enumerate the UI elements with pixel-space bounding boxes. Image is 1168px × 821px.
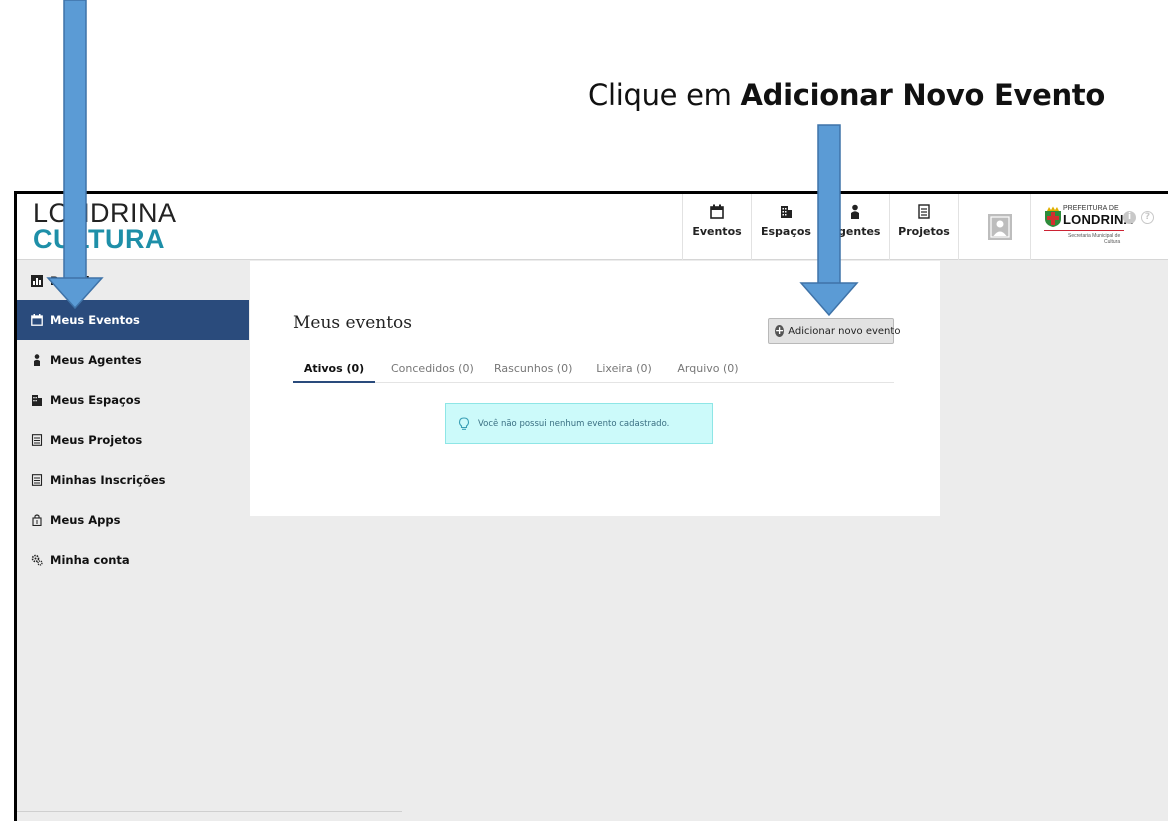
instruction-bold: Adicionar Novo Evento (740, 78, 1106, 112)
document-icon (918, 204, 930, 219)
document-icon (31, 434, 43, 446)
prefeitura-londrina-logo[interactable]: PREFEITURA DE LONDRINA Secretaria Munici… (1042, 204, 1133, 252)
sidebar-item-label: Minhas Inscrições (50, 473, 166, 487)
tab-arquivo[interactable]: Arquivo (0) (676, 359, 740, 383)
lightbulb-icon (458, 416, 470, 430)
calendar-icon (710, 204, 724, 219)
sidebar-item-label: Meus Projetos (50, 433, 143, 447)
nav-projetos[interactable]: Projetos (889, 194, 958, 260)
sidebar-item-label: Minha conta (50, 553, 130, 567)
tutorial-slide: Clique em Adicionar Novo Evento LONDRINA… (0, 0, 1168, 821)
prefeitura-divider (1044, 230, 1124, 231)
add-event-button[interactable]: + Adicionar novo evento (768, 318, 900, 344)
app-screenshot: LONDRINA CULTURA Eventos Espaços Agentes (14, 191, 1168, 821)
prefeitura-line-1: PREFEITURA DE (1063, 205, 1119, 212)
tab-rascunhos[interactable]: Rascunhos (0) (494, 359, 572, 383)
sidebar: Painel Meus Eventos Meus Agentes Meus Es… (17, 261, 402, 821)
tab-ativos[interactable]: Ativos (0) (293, 359, 375, 383)
tab-lixeira[interactable]: Lixeira (0) (594, 359, 654, 383)
gears-icon (31, 554, 43, 566)
prefeitura-line-4: Cultura (1104, 239, 1121, 245)
sidebar-item-meus-apps[interactable]: Meus Apps (17, 500, 249, 540)
sidebar-item-minha-conta[interactable]: Minha conta (17, 540, 249, 580)
arrow-to-add-button (799, 124, 859, 317)
app-header: LONDRINA CULTURA Eventos Espaços Agentes (17, 194, 1168, 260)
nav-eventos-label: Eventos (692, 225, 742, 238)
instruction-prefix: Clique em (588, 78, 741, 112)
arrow-to-meus-eventos (46, 0, 104, 310)
building-icon (781, 206, 792, 218)
empty-state-alert: Você não possui nenhum evento cadastrado… (445, 403, 713, 444)
apps-icon (32, 514, 42, 526)
page-title: Meus eventos (293, 313, 413, 333)
help-icon[interactable]: ? (1141, 211, 1154, 224)
instruction-caption: Clique em Adicionar Novo Evento (588, 78, 1105, 112)
footer-divider (17, 811, 402, 812)
avatar[interactable] (988, 214, 1012, 240)
sidebar-item-label: Meus Eventos (50, 313, 140, 327)
crest-icon (1045, 206, 1061, 227)
sidebar-item-label: Meus Agentes (50, 353, 142, 367)
nav-projetos-label: Projetos (898, 225, 950, 238)
user-silhouette-icon (990, 216, 1010, 238)
info-icon[interactable]: i (1123, 211, 1136, 224)
tab-concedidos[interactable]: Concedidos (0) (391, 359, 474, 383)
add-event-button-label: Adicionar novo evento (788, 325, 901, 337)
calendar-icon (31, 314, 43, 326)
sidebar-item-label: Meus Espaços (50, 393, 141, 407)
person-icon (34, 354, 40, 366)
document-icon (31, 474, 43, 486)
nav-eventos[interactable]: Eventos (682, 194, 751, 260)
plus-circle-icon: + (775, 324, 785, 337)
sidebar-item-label: Meus Apps (50, 513, 121, 527)
chart-icon (31, 275, 43, 287)
sidebar-item-meus-agentes[interactable]: Meus Agentes (17, 340, 249, 380)
event-tabs: Ativos (0) Concedidos (0) Rascunhos (0) … (293, 359, 894, 383)
sidebar-item-meus-espacos[interactable]: Meus Espaços (17, 380, 249, 420)
building-icon (32, 395, 42, 406)
user-menu[interactable] (958, 194, 1031, 260)
empty-state-message: Você não possui nenhum evento cadastrado… (478, 418, 670, 429)
sidebar-item-meus-projetos[interactable]: Meus Projetos (17, 420, 249, 460)
sidebar-item-minhas-inscricoes[interactable]: Minhas Inscrições (17, 460, 249, 500)
